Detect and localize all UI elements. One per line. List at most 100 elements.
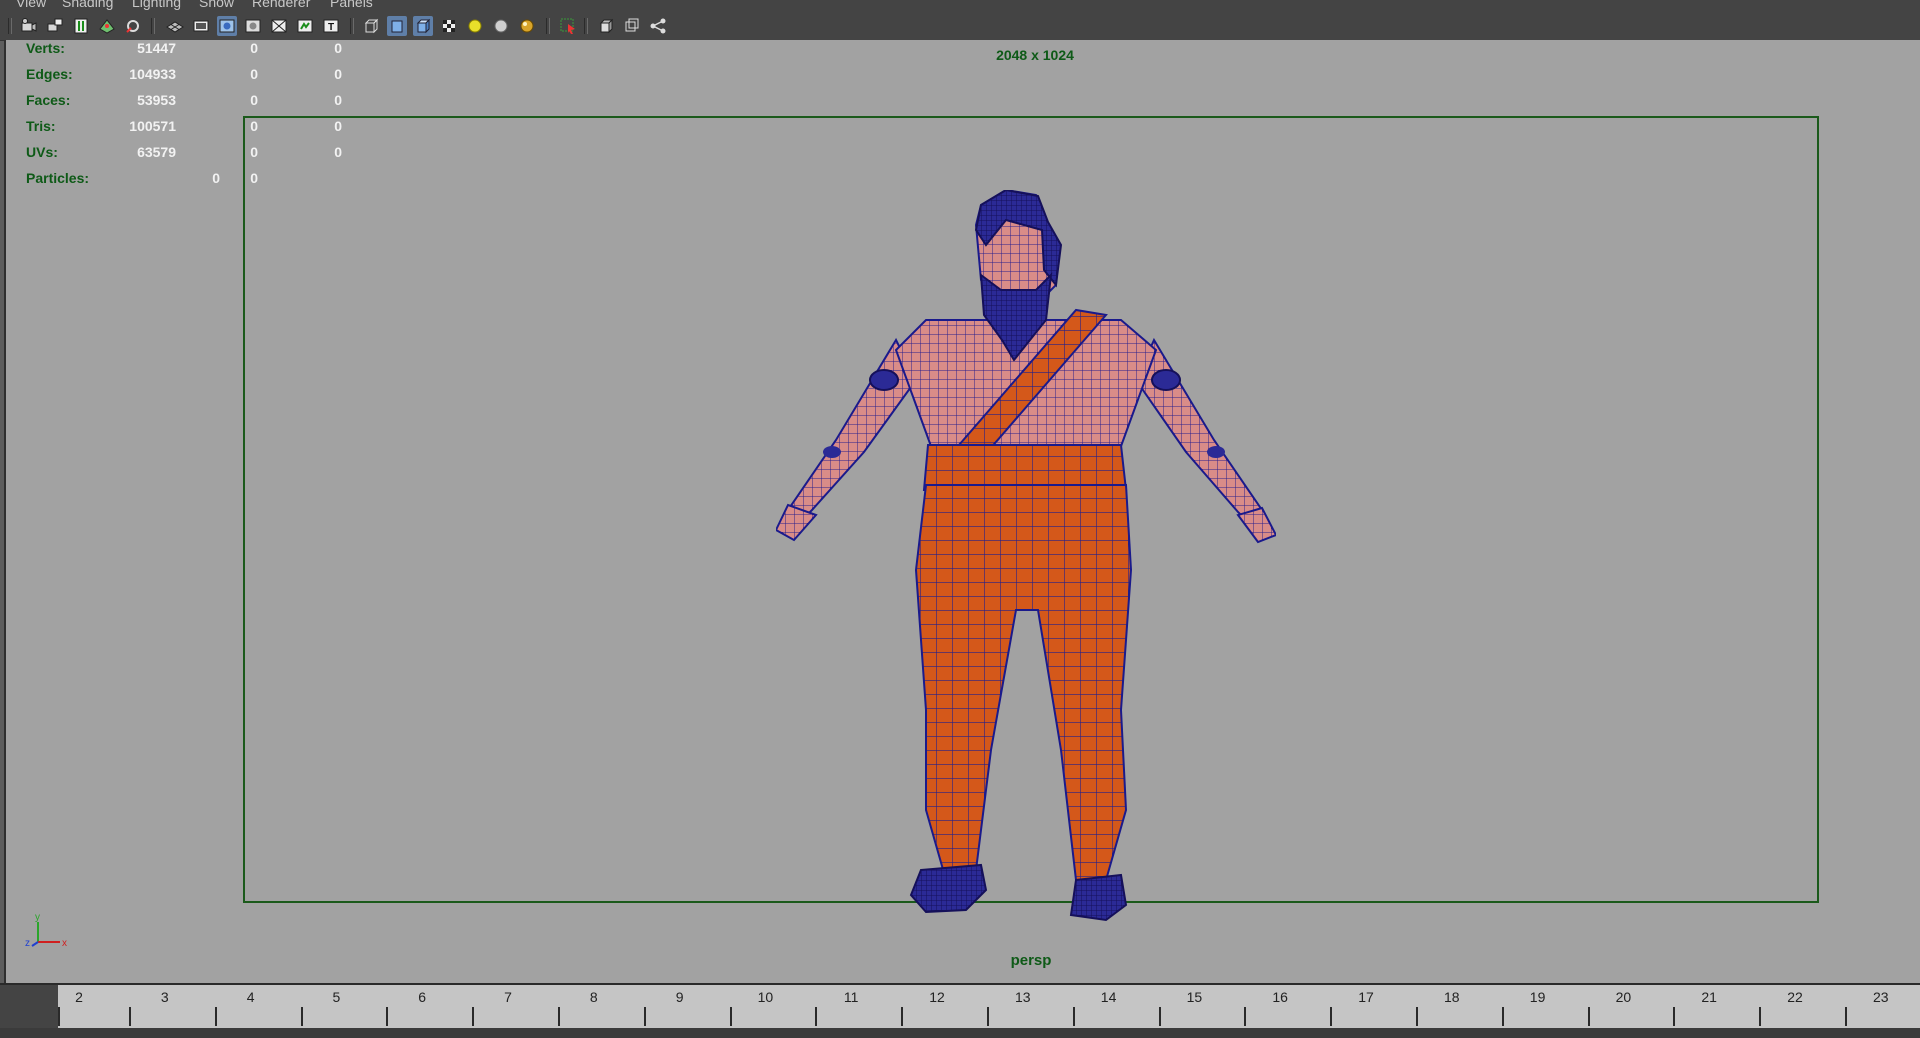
- hud-edges-label: Edges:: [26, 66, 73, 82]
- image-plane-icon[interactable]: [97, 16, 117, 36]
- range-slider-strip: [0, 1028, 1920, 1038]
- resolution-label: 2048 x 1024: [996, 47, 1074, 63]
- wireframe-icon[interactable]: [361, 16, 381, 36]
- frame-label: 10: [757, 989, 774, 1005]
- frame-label: 6: [418, 989, 427, 1005]
- axis-z-label: z: [25, 938, 30, 949]
- toolbar-separator: [151, 18, 155, 34]
- frame-label: 3: [160, 989, 169, 1005]
- frame-label: 23: [1873, 989, 1889, 1005]
- time-slider[interactable]: 2 3 4 5 6 7 8 9 10 11 12 13 14 15 16 17 18 19 20 21 22 23: [58, 985, 1920, 1030]
- xray-icon[interactable]: [596, 16, 616, 36]
- hud-uvs-value: 63579: [137, 144, 176, 160]
- frame-label: 15: [1186, 989, 1203, 1005]
- frame-label: 16: [1272, 989, 1288, 1005]
- select-camera-icon[interactable]: [19, 16, 39, 36]
- smooth-shade-icon[interactable]: [387, 16, 407, 36]
- frame-label: 20: [1615, 989, 1632, 1005]
- panel-toolbar: T: [0, 12, 1920, 41]
- menu-panels[interactable]: Panels: [330, 0, 373, 10]
- frame-tick: [1587, 1007, 1590, 1026]
- default-lighting-icon[interactable]: [465, 16, 485, 36]
- frame-tick: [729, 1007, 732, 1026]
- high-quality-icon[interactable]: [517, 16, 537, 36]
- hud-edges-value: 104933: [129, 66, 176, 82]
- resolution-gate-icon[interactable]: [217, 16, 237, 36]
- hud-particles-value: 0: [212, 170, 220, 186]
- frame-tick: [1673, 1007, 1676, 1026]
- menu-shading[interactable]: Shading: [62, 0, 113, 10]
- frame-tick: [1415, 1007, 1418, 1026]
- frame-label: 22: [1787, 989, 1803, 1005]
- safe-action-icon[interactable]: [295, 16, 315, 36]
- hud-uvs-label: UVs:: [26, 144, 58, 160]
- bookmarks-icon[interactable]: [71, 16, 91, 36]
- viewport-persp[interactable]: Verts: 51447 0 0 Edges: 104933 0 0 Faces…: [4, 40, 1920, 983]
- view-axis-icon: y z x: [25, 912, 67, 949]
- frame-tick: [1844, 1007, 1847, 1026]
- frame-tick: [901, 1007, 904, 1026]
- hud-verts-label: Verts:: [26, 40, 65, 56]
- hud-verts-value: 51447: [137, 40, 176, 56]
- film-gate-icon[interactable]: [191, 16, 211, 36]
- svg-text:T: T: [328, 22, 334, 33]
- hud-faces-selected-objects: 0: [334, 92, 342, 108]
- gate-mask-icon[interactable]: [243, 16, 263, 36]
- menu-show[interactable]: Show: [199, 0, 234, 10]
- camera-attributes-icon[interactable]: [45, 16, 65, 36]
- time-slider-panel: 2 3 4 5 6 7 8 9 10 11 12 13 14 15 16 17 18 19 20 21 22 23: [0, 983, 1920, 1030]
- frame-label: 21: [1701, 989, 1717, 1005]
- frame-tick: [986, 1007, 989, 1026]
- textured-icon[interactable]: [439, 16, 459, 36]
- shadows-icon[interactable]: [491, 16, 511, 36]
- isolate-select-icon[interactable]: [558, 16, 578, 36]
- two-d-pan-zoom-icon[interactable]: [123, 16, 143, 36]
- toolbar-separator: [584, 18, 588, 34]
- xray-joints-icon[interactable]: [622, 16, 642, 36]
- frame-tick: [1244, 1007, 1247, 1026]
- menu-view[interactable]: View: [16, 0, 46, 10]
- hud-verts-selected-objects: 0: [334, 40, 342, 56]
- frame-tick: [557, 1007, 560, 1026]
- frame-tick: [1759, 1007, 1762, 1026]
- menu-lighting[interactable]: Lighting: [132, 0, 181, 10]
- toolbar-separator: [350, 18, 354, 34]
- frame-tick: [1072, 1007, 1075, 1026]
- frame-label: 7: [504, 989, 512, 1005]
- axis-x-label: x: [62, 938, 67, 949]
- hud-edges-selected: 0: [250, 66, 258, 82]
- frame-label: 14: [1100, 989, 1117, 1005]
- hud-faces-value: 53953: [137, 92, 176, 108]
- hud-particles-label: Particles:: [26, 170, 90, 186]
- share-icon[interactable]: [648, 16, 668, 36]
- frame-label: 19: [1529, 989, 1546, 1005]
- frame-label: 5: [332, 989, 341, 1005]
- grid-icon[interactable]: [165, 16, 185, 36]
- safe-title-icon[interactable]: T: [321, 16, 341, 36]
- frame-tick: [1330, 1007, 1333, 1026]
- frame-tick: [472, 1007, 475, 1026]
- hud-faces-label: Faces:: [26, 92, 71, 108]
- frame-label: 13: [1015, 989, 1031, 1005]
- frame-tick: [815, 1007, 818, 1026]
- character-mesh[interactable]: [776, 190, 1276, 950]
- hud-tris-label: Tris:: [26, 118, 56, 134]
- menu-renderer[interactable]: Renderer: [252, 0, 310, 10]
- wireframe-on-shaded-icon[interactable]: [413, 16, 433, 36]
- frame-tick: [1501, 1007, 1504, 1026]
- axis-y-label: y: [35, 912, 40, 923]
- frame-tick: [643, 1007, 646, 1026]
- frame-label: 9: [675, 989, 684, 1005]
- toolbar-separator: [546, 18, 550, 34]
- menu-bar: View Shading Lighting Show Renderer Pane…: [0, 0, 1920, 12]
- frame-tick: [1158, 1007, 1161, 1026]
- frame-tick: [214, 1007, 217, 1026]
- toolbar-separator: [8, 18, 12, 34]
- hud-tris-value: 100571: [129, 118, 176, 134]
- frame-tick: [58, 1007, 60, 1026]
- field-chart-icon[interactable]: [269, 16, 289, 36]
- frame-label: 17: [1358, 989, 1374, 1005]
- frame-tick: [128, 1007, 131, 1026]
- frame-label: 8: [589, 989, 598, 1005]
- hud-faces-selected: 0: [250, 92, 258, 108]
